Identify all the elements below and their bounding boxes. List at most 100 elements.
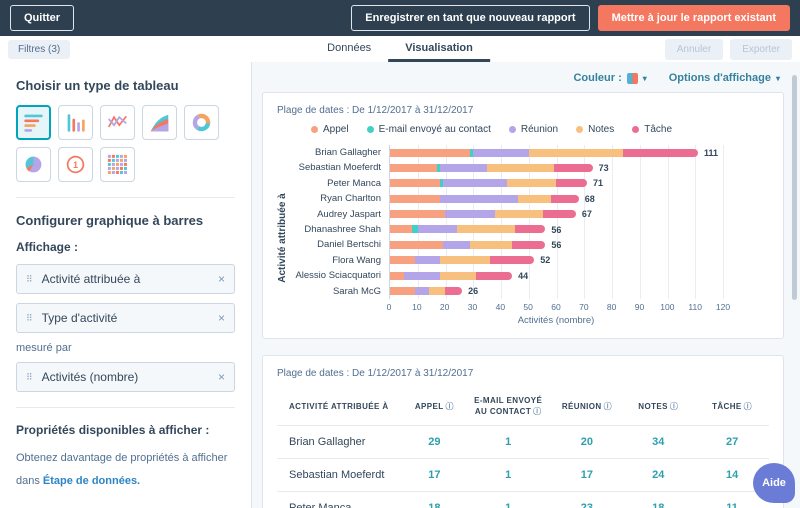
drag-handle-icon[interactable]: ⠿ xyxy=(26,313,33,324)
data-step-link[interactable]: Étape de données. xyxy=(43,475,140,487)
chart-type-area-icon[interactable] xyxy=(142,105,177,140)
remove-icon[interactable]: × xyxy=(218,311,225,325)
table-cell-value[interactable]: 1 xyxy=(464,459,553,492)
chart-type-pie-icon[interactable] xyxy=(16,147,51,182)
tab-visualisation[interactable]: Visualisation xyxy=(388,36,490,62)
bar-segment[interactable] xyxy=(515,225,546,233)
vertical-scrollbar[interactable] xyxy=(792,75,797,300)
update-existing-report-button[interactable]: Mettre à jour le rapport existant xyxy=(598,5,790,31)
bar-segment[interactable] xyxy=(490,256,534,264)
display-options-dropdown[interactable]: Options d'affichage ▾ xyxy=(669,72,780,84)
info-icon[interactable]: ⓘ xyxy=(446,402,454,411)
bar-segment[interactable] xyxy=(415,256,440,264)
bar-row: 71 xyxy=(390,176,723,191)
bar-segment[interactable] xyxy=(470,241,512,249)
bar-segment[interactable] xyxy=(512,241,545,249)
drag-handle-icon[interactable]: ⠿ xyxy=(26,372,33,383)
table-cell-value[interactable]: 23 xyxy=(552,492,621,508)
export-button[interactable]: Exporter xyxy=(730,39,792,60)
bar-segment[interactable] xyxy=(440,272,476,280)
table-cell-value[interactable]: 18 xyxy=(621,492,695,508)
table-cell-value[interactable]: 18 xyxy=(405,492,464,508)
bar-segment[interactable] xyxy=(390,287,415,295)
info-icon[interactable]: ⓘ xyxy=(670,402,678,411)
bar-value-label: 56 xyxy=(551,240,561,250)
bar-segment[interactable] xyxy=(390,164,437,172)
bar-segment[interactable] xyxy=(507,179,557,187)
save-as-new-report-button[interactable]: Enregistrer en tant que nouveau rapport xyxy=(351,5,589,31)
chart-type-number-icon[interactable]: 1 xyxy=(58,147,93,182)
table-cell-value[interactable]: 1 xyxy=(464,426,553,459)
bar-segment[interactable] xyxy=(390,241,443,249)
chevron-down-icon: ▾ xyxy=(776,74,780,83)
legend-item[interactable]: Appel xyxy=(311,124,349,135)
bar-segment[interactable] xyxy=(390,179,440,187)
bar-segment[interactable] xyxy=(440,164,487,172)
bar-segment[interactable] xyxy=(390,256,415,264)
table-cell-value[interactable]: 20 xyxy=(552,426,621,459)
bar-segment[interactable] xyxy=(390,210,445,218)
tab-donnees[interactable]: Données xyxy=(310,36,388,62)
bar-segment[interactable] xyxy=(554,164,593,172)
legend-item[interactable]: Notes xyxy=(576,124,614,135)
bar-segment[interactable] xyxy=(404,272,440,280)
table-cell-value[interactable]: 34 xyxy=(621,426,695,459)
drag-handle-icon[interactable]: ⠿ xyxy=(26,274,33,285)
table-cell-value[interactable]: 17 xyxy=(552,459,621,492)
legend-item[interactable]: Tâche xyxy=(632,124,672,135)
chart-type-horizontal-bar-icon[interactable] xyxy=(16,105,51,140)
bar-segment[interactable] xyxy=(415,287,429,295)
bar-segment[interactable] xyxy=(487,164,554,172)
chart-type-vertical-bar-icon[interactable] xyxy=(58,105,93,140)
quit-button[interactable]: Quitter xyxy=(10,5,74,31)
bar-segment[interactable] xyxy=(390,225,412,233)
field-pill-activite-attribuee[interactable]: ⠿ Activité attribuée à × xyxy=(16,264,235,294)
remove-icon[interactable]: × xyxy=(218,272,225,286)
table-header-row: Activité attribuée àAppelⓘE-mail envoyé … xyxy=(277,387,769,426)
bar-segment[interactable] xyxy=(556,179,587,187)
bar-segment[interactable] xyxy=(443,179,507,187)
info-icon[interactable]: ⓘ xyxy=(744,402,752,411)
bar-segment[interactable] xyxy=(543,210,576,218)
bar-segment[interactable] xyxy=(429,287,446,295)
legend-item[interactable]: E-mail envoyé au contact xyxy=(367,124,491,135)
field-pill-type-activite[interactable]: ⠿ Type d'activité × xyxy=(16,303,235,333)
bar-segment[interactable] xyxy=(445,210,495,218)
bar-segment[interactable] xyxy=(623,149,698,157)
bar-segment[interactable] xyxy=(390,272,404,280)
bar-segment[interactable] xyxy=(529,149,623,157)
info-icon[interactable]: ⓘ xyxy=(533,407,541,416)
table-cell-value[interactable]: 17 xyxy=(405,459,464,492)
bar-segment[interactable] xyxy=(390,195,440,203)
bar-segment[interactable] xyxy=(440,195,518,203)
field-pill-activites-nombre[interactable]: ⠿ Activités (nombre) × xyxy=(16,362,235,392)
table-cell-value[interactable]: 27 xyxy=(695,426,769,459)
bar-segment[interactable] xyxy=(473,149,528,157)
bar-segment[interactable] xyxy=(495,210,542,218)
chart-type-line-icon[interactable] xyxy=(100,105,135,140)
table-cell-value[interactable]: 1 xyxy=(464,492,553,508)
y-axis-tick-label: Audrey Jaspart xyxy=(293,207,389,222)
chart-type-donut-icon[interactable] xyxy=(184,105,219,140)
help-button[interactable]: Aide xyxy=(753,463,795,503)
chart-type-table-icon[interactable] xyxy=(100,147,135,182)
bar-segment[interactable] xyxy=(440,256,490,264)
bar-segment[interactable] xyxy=(445,287,462,295)
bar-segment[interactable] xyxy=(457,225,515,233)
color-dropdown[interactable]: Couleur : ▾ xyxy=(573,72,646,84)
bar-segment[interactable] xyxy=(476,272,512,280)
cancel-button[interactable]: Annuler xyxy=(665,39,723,60)
bar-segment[interactable] xyxy=(443,241,471,249)
bar-segment[interactable] xyxy=(518,195,551,203)
bar-row: 67 xyxy=(390,207,723,222)
bar-segment[interactable] xyxy=(418,225,457,233)
bar-segment[interactable] xyxy=(551,195,579,203)
table-cell-value[interactable]: 24 xyxy=(621,459,695,492)
info-icon[interactable]: ⓘ xyxy=(604,402,612,411)
y-axis-tick-labels: Brian GallagherSebastian MoeferdtPeter M… xyxy=(293,145,389,299)
table-cell-value[interactable]: 29 xyxy=(405,426,464,459)
bar-segment[interactable] xyxy=(390,149,470,157)
remove-icon[interactable]: × xyxy=(218,370,225,384)
filters-button[interactable]: Filtres (3) xyxy=(8,40,70,59)
legend-item[interactable]: Réunion xyxy=(509,124,558,135)
